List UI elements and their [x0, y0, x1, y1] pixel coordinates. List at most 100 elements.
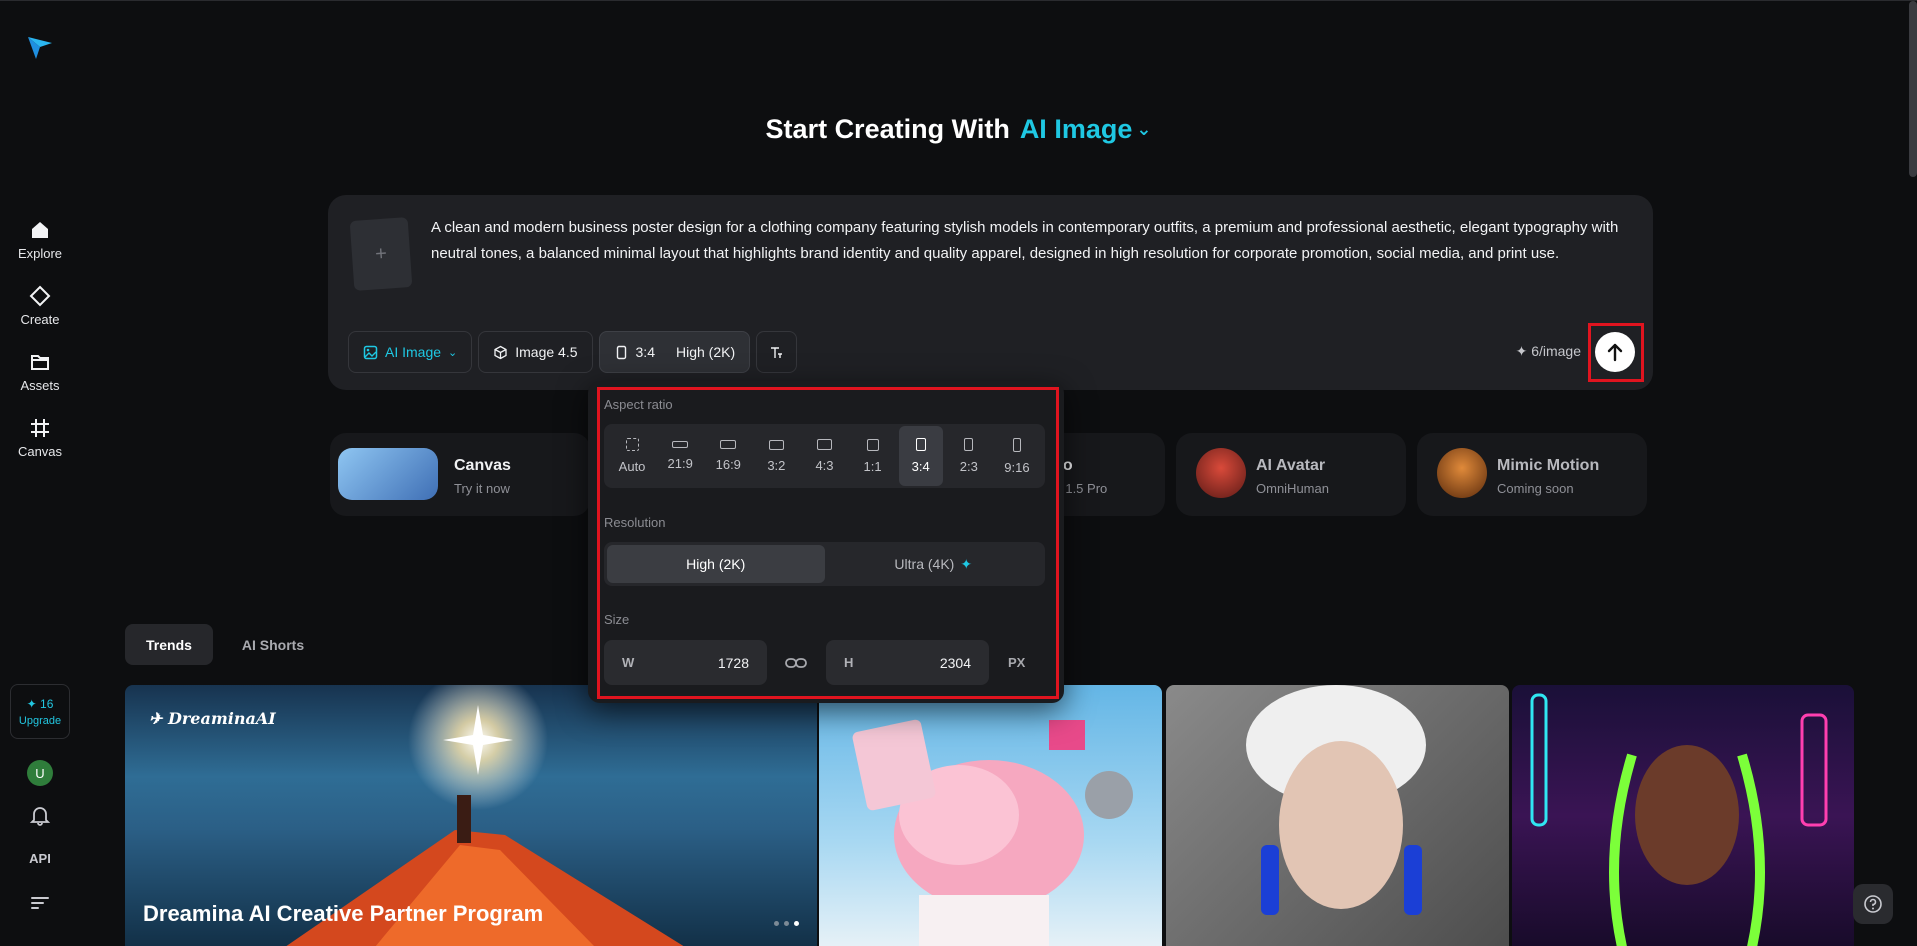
height-field[interactable]: H 2304 — [826, 640, 989, 685]
auto-ratio-icon — [625, 438, 639, 451]
page-title: Start Creating With AI Image ⌄ — [0, 114, 1917, 145]
ratio-option-21-9[interactable]: 21:9 — [658, 426, 702, 486]
sidebar-item-explore[interactable]: Explore — [0, 219, 80, 261]
scrollbar[interactable] — [1909, 1, 1917, 177]
carousel-dot[interactable] — [774, 921, 779, 926]
gallery-tabs: Trends AI Shorts — [125, 624, 325, 665]
feature-title: Mimic Motion — [1497, 457, 1600, 474]
send-button[interactable] — [1595, 332, 1635, 372]
add-reference-button[interactable]: + — [349, 217, 413, 291]
sidebar-item-label: Assets — [20, 378, 60, 393]
carousel-dot[interactable] — [784, 921, 789, 926]
avatar[interactable]: U — [27, 760, 53, 786]
feature-subtitle: OmniHuman — [1256, 481, 1329, 496]
model-dropdown[interactable]: Image 4.5 — [478, 331, 593, 373]
ratio-option-4-3[interactable]: 4:3 — [802, 426, 846, 486]
chevron-down-icon[interactable]: ⌄ — [1136, 119, 1151, 139]
cost-label: ✦ 6/image — [1515, 343, 1581, 359]
width-field[interactable]: W 1728 — [604, 640, 767, 685]
sidebar-item-label: Explore — [17, 246, 63, 261]
ratio-label: Auto — [618, 459, 646, 474]
upgrade-button[interactable]: ✦ 16 Upgrade — [10, 684, 70, 739]
frame-icon — [31, 419, 49, 437]
mode-selector[interactable]: AI Image — [1020, 114, 1133, 144]
mode-label: AI Image — [385, 344, 442, 360]
ratio-shape-icon — [915, 438, 926, 451]
ratio-label: 2:3 — [959, 459, 978, 474]
help-button[interactable] — [1853, 884, 1893, 924]
ratio-option-9-16[interactable]: 9:16 — [995, 426, 1039, 486]
resolution-options: High (2K) Ultra (4K) ✦ — [604, 542, 1045, 586]
feature-title: AI Avatar — [1256, 457, 1326, 474]
credits-count: ✦ 16 — [26, 696, 54, 711]
ratio-label: 3:4 — [911, 459, 930, 474]
ratio-shape-icon — [720, 440, 737, 449]
resolution-option-ultra[interactable]: Ultra (4K) ✦ — [825, 545, 1043, 583]
unit-label: PX — [1008, 655, 1026, 670]
text-style-button[interactable] — [756, 331, 798, 373]
ratio-label: 3:4 — [635, 344, 655, 360]
feature-subtitle: Coming soon — [1497, 481, 1574, 496]
carousel-dots[interactable] — [774, 921, 799, 926]
ratio-option-1-1[interactable]: 1:1 — [851, 426, 895, 486]
ratio-option-2-3[interactable]: 2:3 — [947, 426, 991, 486]
bell-icon[interactable] — [29, 804, 51, 826]
title-prefix: Start Creating With — [765, 114, 1010, 144]
feature-card-canvas[interactable]: Canvas Try it now — [330, 433, 590, 516]
brand-logo: ✈ DreaminaAI — [149, 709, 276, 728]
tab-ai-shorts[interactable]: AI Shorts — [221, 624, 325, 665]
gallery-tile-flash-sale[interactable] — [819, 685, 1162, 946]
help-icon — [1864, 895, 1882, 913]
carousel-dot[interactable] — [794, 921, 799, 926]
portrait-artwork — [1246, 685, 1426, 915]
ratio-quality-dropdown[interactable]: 3:4 High (2K) — [598, 331, 751, 373]
prompt-input[interactable]: A clean and modern business poster desig… — [431, 215, 1621, 267]
ratio-label: 1:1 — [863, 458, 882, 474]
ratio-option-3-4[interactable]: 3:4 — [898, 426, 943, 486]
gallery-tile-portrait[interactable] — [1166, 685, 1509, 946]
ratio-shape-icon — [672, 441, 689, 448]
mode-dropdown[interactable]: AI Image ⌄ — [348, 331, 473, 373]
resolution-label: Resolution — [604, 515, 666, 530]
ratio-label: 16:9 — [715, 457, 741, 472]
api-link[interactable]: API — [0, 851, 80, 866]
upgrade-label: Upgrade — [18, 714, 62, 727]
gallery-tile-neon[interactable] — [1512, 685, 1854, 946]
cube-icon — [494, 345, 507, 359]
feature-card-ai-avatar[interactable]: AI Avatar OmniHuman — [1176, 433, 1406, 516]
resolution-option-high[interactable]: High (2K) — [607, 545, 825, 583]
feature-card-mimic-motion[interactable]: Mimic Motion Coming soon — [1417, 433, 1647, 516]
ratio-shape-icon — [866, 438, 879, 451]
resolution-label: High (2K) — [686, 556, 746, 572]
sidebar-item-canvas[interactable]: Canvas — [0, 417, 80, 459]
ratio-option-16-9[interactable]: 16:9 — [706, 426, 750, 486]
tab-trends[interactable]: Trends — [125, 624, 213, 665]
feature-subtitle: Try it now — [454, 481, 510, 496]
image-icon — [363, 345, 378, 359]
quality-label: High (2K) — [675, 344, 736, 360]
link-icon[interactable] — [785, 653, 807, 673]
ratio-option-3-2[interactable]: 3:2 — [754, 426, 798, 486]
logo-icon[interactable] — [26, 33, 54, 61]
portrait-ratio-icon — [616, 345, 626, 359]
brand-name: DreaminaAI — [167, 709, 276, 728]
feature-title: Canvas — [454, 457, 511, 474]
ratio-option-auto[interactable]: Auto — [610, 426, 654, 486]
sidebar-item-create[interactable]: Create — [0, 285, 80, 327]
ratio-label: 3:2 — [767, 457, 786, 473]
size-label: Size — [604, 612, 630, 627]
menu-icon[interactable] — [30, 894, 50, 912]
resolution-label: Ultra (4K) — [894, 556, 955, 572]
width-key: W — [622, 655, 635, 670]
diamond-icon — [29, 285, 51, 307]
hero-title: Dreamina AI Creative Partner Program — [143, 901, 544, 926]
ratio-shape-icon — [816, 439, 832, 450]
credits-value: 16 — [40, 696, 54, 711]
gallery-hero-tile[interactable]: ✈ DreaminaAI Dreamina AI Creative Partne… — [125, 685, 817, 946]
ratio-shape-icon — [964, 438, 974, 451]
width-value: 1728 — [717, 654, 749, 671]
ratio-shape-icon — [1012, 437, 1021, 452]
sidebar-item-assets[interactable]: Assets — [0, 351, 80, 393]
prompt-toolbar: AI Image ⌄ Image 4.5 3:4 High (2K) — [348, 331, 798, 373]
sidebar-item-label: Canvas — [17, 444, 63, 459]
